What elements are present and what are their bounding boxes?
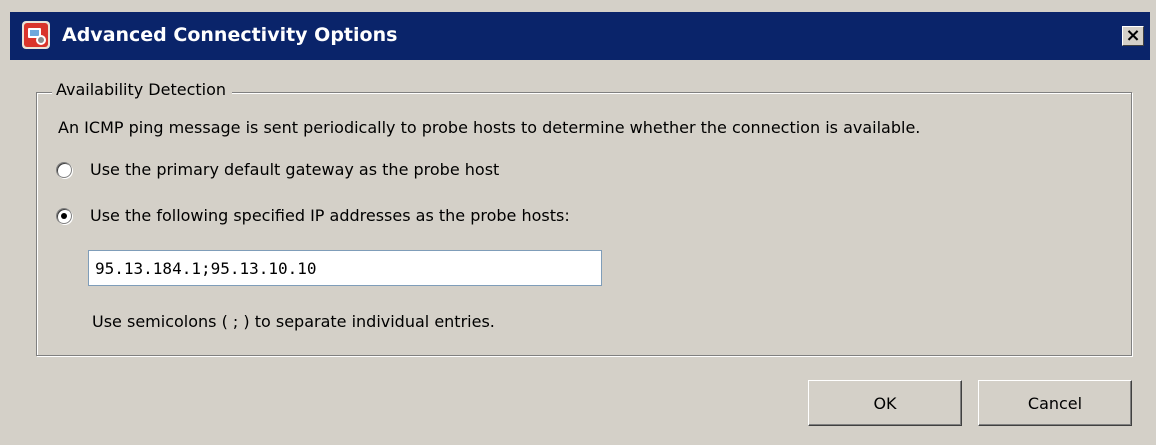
cancel-button[interactable]: Cancel bbox=[978, 380, 1132, 426]
ok-button[interactable]: OK bbox=[808, 380, 962, 426]
group-title: Availability Detection bbox=[52, 80, 233, 99]
radio-option-specified-ips[interactable]: Use the following specified IP addresses… bbox=[56, 206, 570, 225]
description-text: An ICMP ping message is sent periodicall… bbox=[58, 118, 921, 137]
title-bar[interactable]: Advanced Connectivity Options × bbox=[10, 12, 1150, 60]
radio-label-specified-ips: Use the following specified IP addresses… bbox=[90, 206, 570, 225]
app-icon bbox=[22, 21, 50, 49]
dialog-title: Advanced Connectivity Options bbox=[62, 24, 398, 46]
radio-button-specified-ips[interactable] bbox=[56, 207, 72, 224]
close-icon: × bbox=[1125, 25, 1141, 46]
close-button[interactable]: × bbox=[1122, 26, 1144, 46]
radio-button-default-gateway[interactable] bbox=[56, 161, 72, 178]
separator-hint: Use semicolons ( ; ) to separate individ… bbox=[92, 312, 495, 331]
dialog-window: Advanced Connectivity Options × Availabi… bbox=[0, 0, 1156, 445]
radio-option-default-gateway[interactable]: Use the primary default gateway as the p… bbox=[56, 160, 499, 179]
ip-addresses-input[interactable] bbox=[88, 250, 602, 286]
radio-label-default-gateway: Use the primary default gateway as the p… bbox=[90, 160, 500, 179]
